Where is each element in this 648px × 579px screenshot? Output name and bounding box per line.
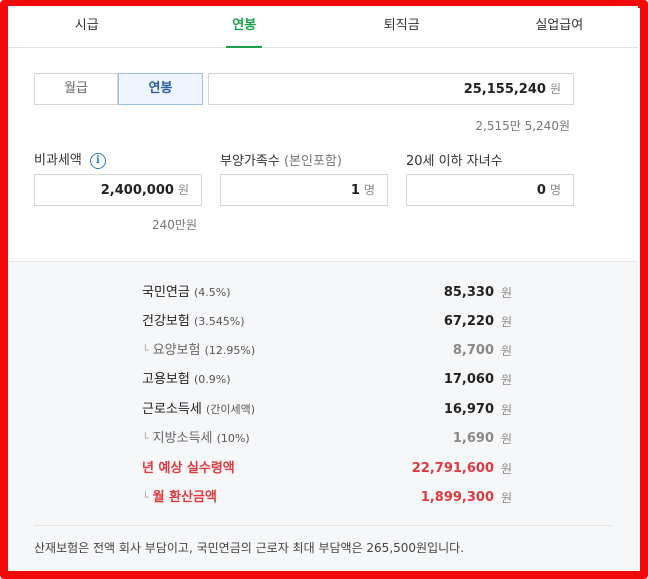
- result-label: 국민연금: [142, 285, 190, 300]
- result-unit: 원: [500, 315, 512, 329]
- result-rate: (4.5%): [193, 286, 231, 299]
- non-taxable-label: 비과세액 i: [34, 149, 106, 169]
- result-unit: 원: [500, 491, 512, 505]
- dependents-label-note: (본인포함): [283, 154, 342, 169]
- result-rate: (간이세액): [205, 403, 256, 416]
- result-value: 1,690: [452, 431, 494, 446]
- info-icon[interactable]: i: [89, 152, 106, 169]
- result-value: 8,700: [452, 343, 494, 358]
- result-name: └ 요양보험 (12.95%): [142, 341, 255, 361]
- dependents-label-text: 부양가족수: [220, 154, 280, 169]
- sub-item-corner-icon: └: [142, 491, 149, 504]
- result-row: 고용보험 (0.9%) 17,060 원: [142, 370, 512, 390]
- result-unit: 원: [500, 344, 512, 358]
- result-name: └ 월 환산금액: [142, 488, 217, 508]
- children-value: 0: [536, 183, 546, 198]
- children-label: 20세 이하 자녀수: [406, 154, 503, 169]
- tab-annual-salary[interactable]: 연봉: [166, 6, 324, 47]
- result-row: └ 지방소득세 (10%) 1,690 원: [142, 429, 512, 449]
- salary-readable: 2,515만 5,240원: [475, 119, 570, 133]
- dependents-input[interactable]: 1명: [220, 174, 388, 206]
- result-name: 국민연금 (4.5%): [142, 283, 231, 303]
- result-unit: 원: [500, 403, 512, 417]
- tab-unemployment[interactable]: 실업급여: [481, 6, 639, 47]
- monthly-toggle-button[interactable]: 월급: [34, 73, 118, 105]
- result-label: 요양보험: [152, 343, 201, 358]
- dependents-unit: 명: [363, 183, 375, 197]
- result-value: 67,220: [443, 314, 494, 329]
- result-row: 국민연금 (4.5%) 85,330 원: [142, 283, 512, 303]
- non-taxable-value: 2,400,000: [100, 183, 174, 198]
- result-rate: (3.545%): [193, 315, 245, 328]
- result-value: 85,330: [443, 285, 494, 300]
- result-label: 년 예상 실수령액: [142, 461, 235, 476]
- non-taxable-unit: 원: [177, 183, 189, 197]
- result-label: 고용보험: [142, 372, 190, 387]
- dependents-label: 부양가족수 (본인포함): [220, 150, 342, 169]
- result-unit: 원: [500, 432, 512, 446]
- result-unit: 원: [500, 286, 512, 300]
- result-unit: 원: [500, 373, 512, 387]
- children-input[interactable]: 0명: [406, 174, 574, 206]
- result-name: 근로소득세 (간이세액): [142, 400, 255, 420]
- result-name: 건강보험 (3.545%): [142, 312, 245, 332]
- sub-item-corner-icon: └: [142, 344, 149, 357]
- result-label: 지방소득세: [152, 431, 213, 446]
- sub-item-corner-icon: └: [142, 432, 149, 445]
- result-value: 17,060: [443, 372, 494, 387]
- non-taxable-label-text: 비과세액: [34, 153, 82, 168]
- salary-unit: 원: [549, 82, 561, 96]
- result-rate: (0.9%): [193, 373, 231, 386]
- result-row: └ 요양보험 (12.95%) 8,700 원: [142, 341, 512, 361]
- result-name: 년 예상 실수령액: [142, 459, 235, 479]
- result-row: 년 예상 실수령액 22,791,600 원: [142, 459, 512, 479]
- result-value: 1,899,300: [420, 490, 494, 505]
- footnote: 산재보험은 전액 회사 부담이고, 국민연금의 근로자 최대 부담액은 265,…: [34, 541, 465, 555]
- result-row: 근로소득세 (간이세액) 16,970 원: [142, 400, 512, 420]
- result-unit: 원: [500, 462, 512, 476]
- result-row: 건강보험 (3.545%) 67,220 원: [142, 312, 512, 332]
- result-label: 월 환산금액: [152, 490, 217, 505]
- annual-toggle-button[interactable]: 연봉: [118, 73, 203, 105]
- non-taxable-readable: 240만원: [152, 218, 197, 232]
- children-unit: 명: [549, 183, 561, 197]
- non-taxable-input[interactable]: 2,400,000 원: [34, 174, 202, 206]
- result-panel: 국민연금 (4.5%) 85,330 원 건강보험 (3.545%) 67,220 원 └ 요…: [8, 261, 638, 571]
- result-value: 16,970: [443, 402, 494, 417]
- dependents-value: 1: [350, 183, 360, 198]
- result-label: 건강보험: [142, 314, 190, 329]
- result-rate: (10%): [216, 432, 250, 445]
- tab-severance[interactable]: 퇴직금: [323, 6, 481, 47]
- result-rate: (12.95%): [204, 344, 256, 357]
- result-row: └ 월 환산금액 1,899,300 원: [142, 488, 512, 508]
- calculator-tabs: 시급 연봉 퇴직금 실업급여: [8, 6, 638, 48]
- salary-input[interactable]: 25,155,240 원: [208, 73, 574, 105]
- result-divider: [34, 525, 612, 526]
- result-value: 22,791,600: [411, 461, 494, 476]
- result-label: 근로소득세: [142, 402, 202, 417]
- result-name: └ 지방소득세 (10%): [142, 429, 250, 449]
- result-name: 고용보험 (0.9%): [142, 370, 231, 390]
- tab-hourly[interactable]: 시급: [8, 6, 166, 47]
- salary-value: 25,155,240: [463, 82, 546, 97]
